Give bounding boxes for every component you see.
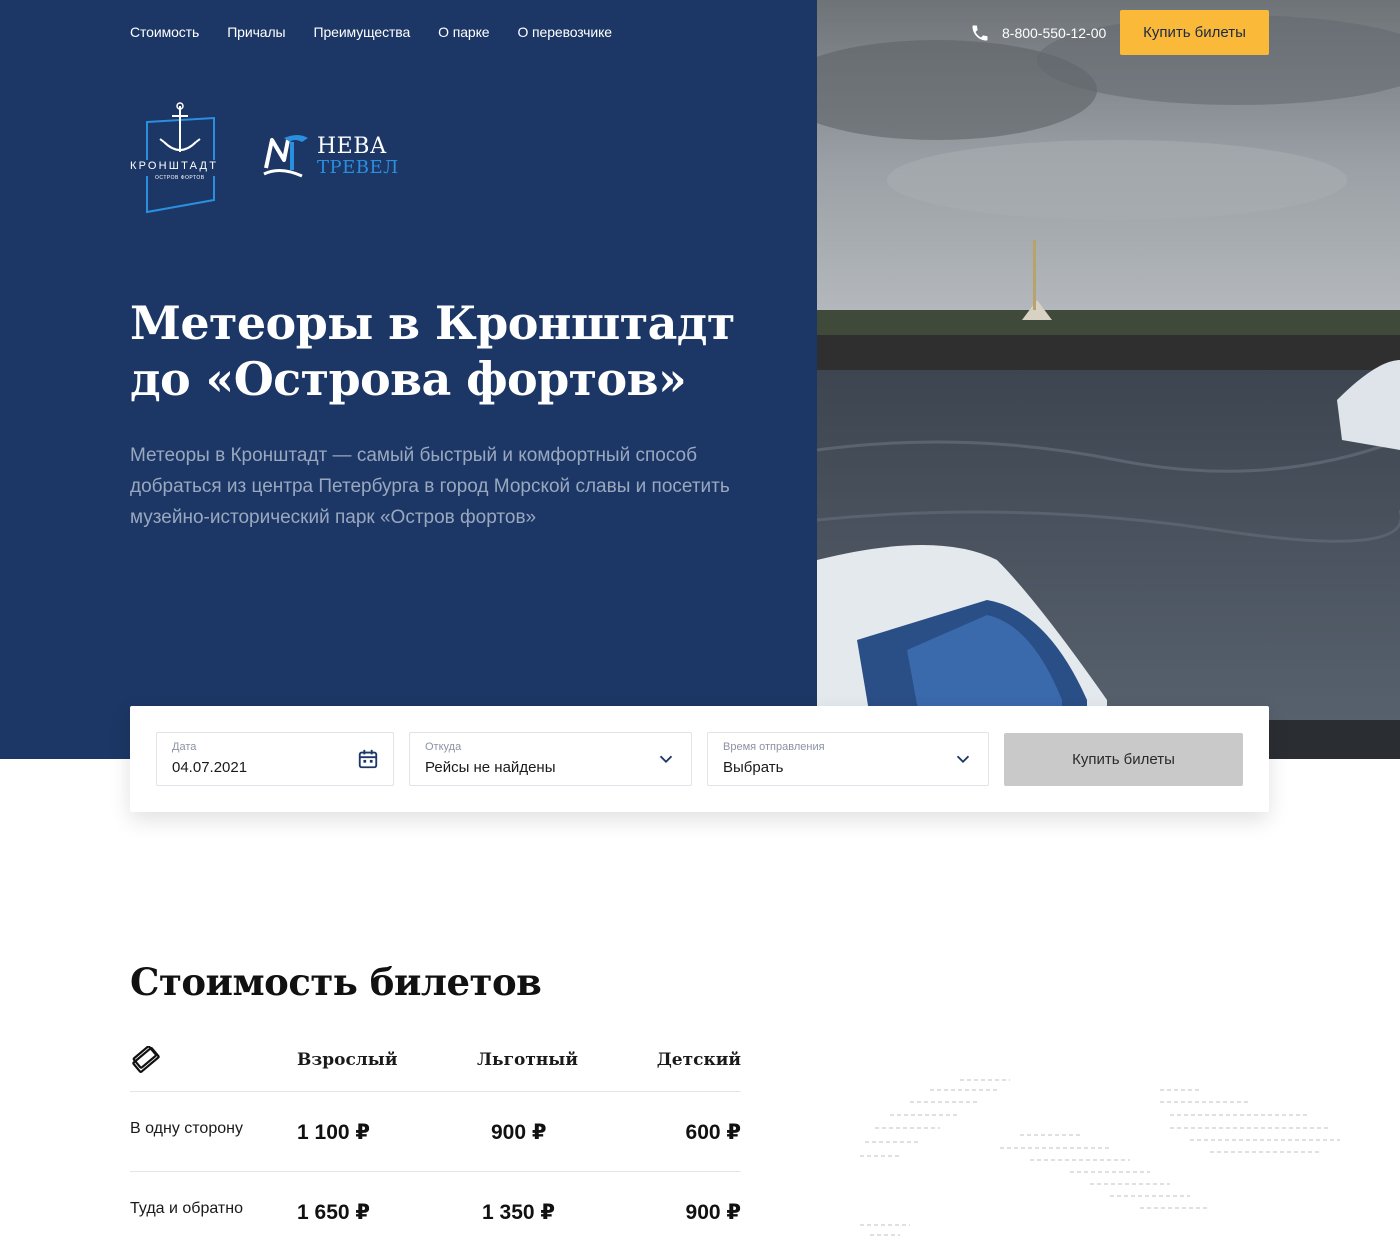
departure-time-select[interactable]: Время отправления Выбрать [707,732,989,786]
kronstadt-logo-text: КРОНШТАДТ [130,160,219,172]
kronstadt-logo[interactable]: КРОНШТАДТ ОСТРОВ ФОРТОВ [128,100,232,214]
column-adult: Взрослый [297,1050,398,1070]
nav-item-about-park[interactable]: О парке [438,24,489,40]
page-title: Метеоры в Кронштадт до «Острова фортов» [130,296,735,406]
neva-logo-line2: ТРЕВЕЛ [317,157,399,178]
prices-title: Стоимость билетов [130,960,542,1004]
hero-photo [817,0,1400,759]
kronstadt-logo-subtext: ОСТРОВ ФОРТОВ [155,175,205,181]
price-adult: 1 650 ₽ [297,1201,370,1224]
departure-time-value: Выбрать [723,759,784,776]
column-child: Детский [656,1050,741,1070]
departure-label: Откуда [425,741,462,753]
row-label: В одну сторону [130,1120,243,1137]
price-child: 900 ₽ [685,1201,741,1224]
price-child: 600 ₽ [685,1121,741,1144]
price-table: Взрослый Льготный Детский В одну сторону… [130,1040,741,1240]
table-row: В одну сторону 1 100 ₽ 900 ₽ 600 ₽ [130,1092,741,1172]
date-label: Дата [172,741,197,753]
column-reduced: Льготный [477,1050,578,1070]
booking-form: Дата 04.07.2021 Откуда Рейсы не найдены … [130,706,1269,812]
nav-item-piers[interactable]: Причалы [227,24,285,40]
calendar-icon[interactable] [357,748,379,770]
departure-value: Рейсы не найдены [425,759,556,776]
neva-wave-icon [263,135,308,178]
ticket-icon [132,1046,160,1074]
map-decoration [860,1079,1340,1236]
main-nav: Стоимость Причалы Преимущества О парке О… [130,24,612,40]
neva-logo-line1: НЕВА [317,134,388,159]
price-table-header: Взрослый Льготный Детский [130,1040,741,1092]
chevron-down-icon [956,755,970,764]
departure-select[interactable]: Откуда Рейсы не найдены [409,732,692,786]
nav-item-price[interactable]: Стоимость [130,24,199,40]
row-label: Туда и обратно [130,1200,243,1217]
phone-link[interactable]: 8-800-550-12-00 [970,23,1106,43]
price-reduced: 900 ₽ [491,1121,547,1144]
phone-number: 8-800-550-12-00 [1002,25,1107,41]
nav-item-advantages[interactable]: Преимущества [313,24,410,40]
date-value: 04.07.2021 [172,759,248,776]
price-adult: 1 100 ₽ [297,1121,370,1144]
nav-item-about-carrier[interactable]: О перевозчике [517,24,612,40]
hero-description: Метеоры в Кронштадт — самый быстрый и ко… [130,445,730,528]
departure-time-label: Время отправления [723,741,825,753]
chevron-down-icon [659,755,673,764]
neva-travel-logo[interactable]: НЕВА ТРЕВЕЛ [262,130,398,180]
phone-icon [972,25,988,41]
header-buy-button[interactable]: Купить билеты [1120,10,1269,55]
date-field[interactable]: Дата 04.07.2021 [156,732,394,786]
table-row: Туда и обратно 1 650 ₽ 1 350 ₽ 900 ₽ [130,1172,741,1240]
booking-buy-button[interactable]: Купить билеты [1004,733,1243,786]
price-reduced: 1 350 ₽ [482,1201,555,1224]
